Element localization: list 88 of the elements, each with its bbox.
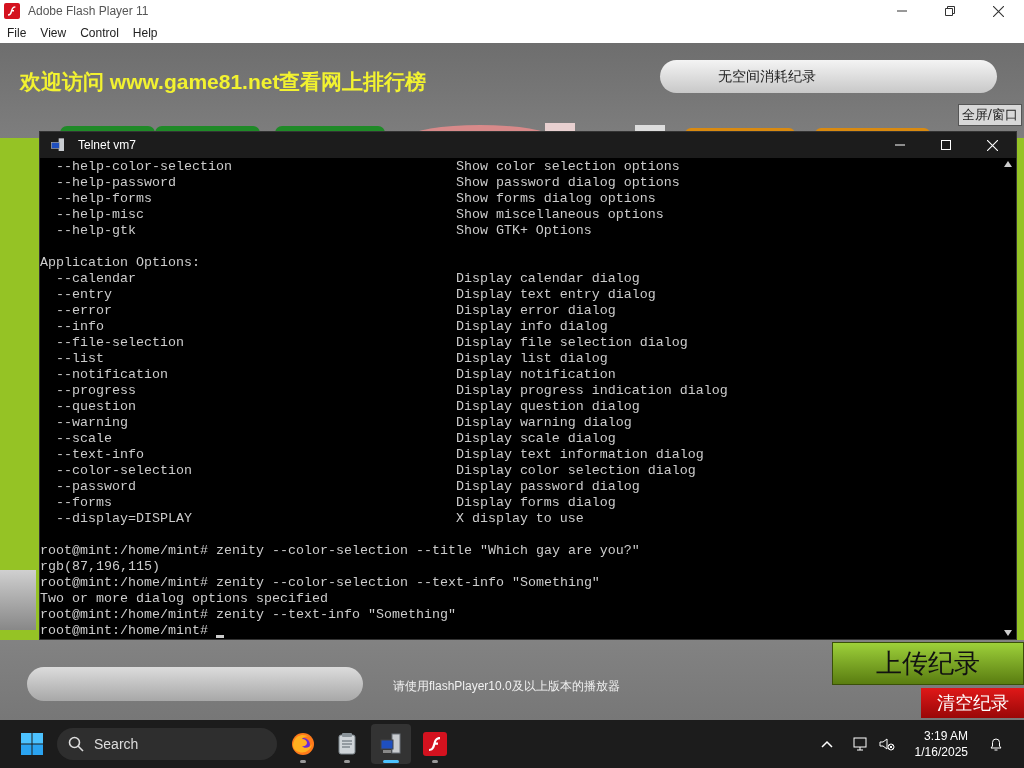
maximize-icon[interactable] bbox=[941, 140, 951, 150]
notice-text: 请使用flashPlayer10.0及以上版本的播放器 bbox=[393, 678, 620, 695]
option-description: Display info dialog bbox=[455, 319, 608, 335]
option-name: --help-misc bbox=[56, 207, 145, 223]
menu-item[interactable]: Control bbox=[80, 23, 119, 42]
record-field: 无空间消耗纪录 bbox=[660, 60, 997, 93]
option-name: --info bbox=[56, 319, 105, 335]
windows-start-icon[interactable] bbox=[21, 733, 43, 755]
chevron-up-icon[interactable] bbox=[820, 740, 833, 748]
side-panel bbox=[0, 570, 36, 630]
notepad-icon bbox=[335, 732, 359, 756]
option-description: Show miscellaneous options bbox=[455, 207, 664, 223]
muted-speaker-icon[interactable] bbox=[878, 736, 895, 752]
computer-icon bbox=[50, 137, 66, 153]
option-description: Display notification bbox=[455, 367, 616, 383]
menu-item[interactable]: Help bbox=[132, 23, 158, 42]
option-description: Show color selection options bbox=[455, 159, 680, 175]
clock-time: 3:19 AM bbox=[923, 728, 968, 744]
option-name: --progress bbox=[56, 383, 137, 399]
taskbar-app[interactable] bbox=[371, 724, 411, 764]
option-description: Display forms dialog bbox=[455, 495, 616, 511]
search-field[interactable]: Search bbox=[57, 728, 277, 760]
option-name: --scale bbox=[56, 431, 113, 447]
terminal-line: root@mint:/home/mint# zenity --color-selection --text-info "Something" bbox=[40, 575, 600, 591]
option-description: Display warning dialog bbox=[455, 415, 632, 431]
running-indicator bbox=[432, 760, 438, 763]
computer-icon bbox=[379, 732, 403, 756]
option-name: --entry bbox=[56, 287, 113, 303]
option-description: Display calendar dialog bbox=[455, 271, 640, 287]
upload-button[interactable]: 上传纪录 bbox=[832, 642, 1024, 685]
option-name: --display=DISPLAY bbox=[56, 511, 193, 527]
option-name: --list bbox=[56, 351, 105, 367]
option-description: Display text information dialog bbox=[455, 447, 704, 463]
firefox-icon bbox=[291, 732, 315, 756]
option-name: --forms bbox=[56, 495, 113, 511]
search-icon bbox=[68, 736, 84, 752]
option-description: Display scale dialog bbox=[455, 431, 616, 447]
terminal-line: Application Options: bbox=[40, 255, 200, 271]
terminal-line: rgb(87,196,115) bbox=[40, 559, 160, 575]
clock-date: 1/16/2025 bbox=[914, 744, 968, 760]
terminal-line: root@mint:/home/mint# zenity --color-selection --title "Which gay are you?" bbox=[40, 543, 640, 559]
banner-text: 欢迎访问 www.game81.net查看网上排行榜 bbox=[20, 69, 427, 95]
option-description: Show GTK+ Options bbox=[455, 223, 592, 239]
option-name: --calendar bbox=[56, 271, 137, 287]
menu-item[interactable]: File bbox=[7, 23, 27, 42]
running-indicator bbox=[300, 760, 306, 763]
flash-logo-icon bbox=[4, 3, 20, 19]
option-name: --text-info bbox=[56, 447, 145, 463]
clear-button[interactable]: 清空纪录 bbox=[921, 688, 1024, 718]
option-name: --color-selection bbox=[56, 463, 193, 479]
option-name: --question bbox=[56, 399, 137, 415]
bell-icon[interactable] bbox=[988, 736, 1004, 752]
option-description: Display question dialog bbox=[455, 399, 640, 415]
terminal-line: root@mint:/home/mint# zenity --text-info "Something" bbox=[40, 607, 456, 623]
option-description: Display list dialog bbox=[455, 351, 608, 367]
running-indicator bbox=[383, 760, 399, 763]
option-name: --help-forms bbox=[56, 191, 153, 207]
option-name: --notification bbox=[56, 367, 169, 383]
close-icon[interactable] bbox=[993, 5, 1004, 17]
restore-icon[interactable] bbox=[945, 6, 955, 16]
option-name: --error bbox=[56, 303, 113, 319]
option-name: --help-password bbox=[56, 175, 177, 191]
option-name: --help-gtk bbox=[56, 223, 137, 239]
window-title: Adobe Flash Player 11 bbox=[28, 3, 149, 20]
option-name: --help-color-selection bbox=[56, 159, 233, 175]
option-description: X display to use bbox=[455, 511, 584, 527]
option-name: --warning bbox=[56, 415, 129, 431]
network-icon[interactable] bbox=[852, 736, 869, 752]
text-cursor bbox=[215, 635, 224, 638]
terminal-title: Telnet vm7 bbox=[78, 137, 137, 154]
option-description: Show forms dialog options bbox=[455, 191, 656, 207]
terminal-prompt: root@mint:/home/mint# bbox=[40, 623, 208, 639]
option-description: Display text entry dialog bbox=[455, 287, 656, 303]
option-description: Display error dialog bbox=[455, 303, 616, 319]
option-description: Show password dialog options bbox=[455, 175, 680, 191]
scroll-down-icon[interactable] bbox=[1003, 630, 1012, 636]
option-description: Display progress indication dialog bbox=[455, 383, 728, 399]
running-indicator bbox=[344, 760, 350, 763]
option-description: Display color selection dialog bbox=[455, 463, 696, 479]
scroll-up-icon[interactable] bbox=[1003, 161, 1012, 167]
option-description: Display file selection dialog bbox=[455, 335, 688, 351]
option-name: --password bbox=[56, 479, 137, 495]
option-description: Display password dialog bbox=[455, 479, 640, 495]
menu-item[interactable]: View bbox=[40, 23, 67, 42]
fullscreen-button[interactable]: 全屏/窗口 bbox=[957, 103, 1022, 126]
flash-logo-icon bbox=[423, 732, 447, 756]
option-name: --file-selection bbox=[56, 335, 185, 351]
terminal-line: Two or more dialog options specified bbox=[40, 591, 328, 607]
